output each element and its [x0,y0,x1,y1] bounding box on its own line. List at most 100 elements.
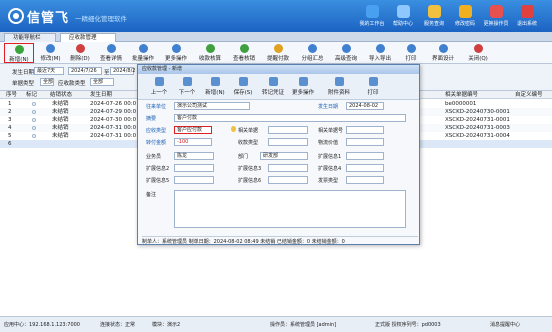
row-mark-icon[interactable] [32,102,36,106]
ext1-field[interactable] [346,152,384,160]
toolbar-button-11[interactable]: 导入导出 [364,43,396,63]
dialog-tool-7[interactable]: 打印 [358,77,388,96]
dept-field[interactable]: 研发部 [260,152,308,160]
toolbar-button-5[interactable]: 更多操作 [160,43,192,63]
brand-name: 信管飞 [27,10,70,26]
row-mark-icon[interactable] [32,126,36,130]
toolbar-label: 删除(D) [70,56,90,62]
row-mark-icon[interactable] [32,134,36,138]
field-label: 扩展信息6 [238,178,262,184]
ext4-field[interactable] [346,164,384,172]
toolbar-button-12[interactable]: 打印 [398,43,424,63]
contract-field[interactable] [268,126,308,134]
toolbar-button-6[interactable]: 收款核算 [194,43,226,63]
cell-status: 未结销 [52,125,69,131]
toolbar-button-8[interactable]: 提醒付款 [262,43,294,63]
cell-status: 未结销 [52,101,69,107]
related-no-field[interactable] [346,126,384,134]
header-button-2[interactable]: 服务查询 [420,5,448,31]
edit-icon [46,44,55,53]
toolbar-button-9[interactable]: 分组汇总 [297,43,328,63]
toolbar-button-0[interactable]: 新增(N) [4,43,34,63]
col-mark[interactable]: 标记 [26,91,37,99]
field-label: 摘要 [146,116,157,122]
toolbar-button-13[interactable]: 界面设计 [426,43,460,63]
toolbar-button-14[interactable]: 关闭(Q) [462,43,494,63]
col-related-doc[interactable]: 相关单据编号 [445,91,478,99]
header-button-label: 更换操作员 [483,21,509,27]
toolbar-label: 分组汇总 [301,56,324,62]
toolbar-label: 查看核销 [232,56,255,62]
doc-type-select[interactable]: 全部 [40,78,54,86]
date-range-select[interactable]: 最近7天 [34,67,64,75]
col-date[interactable]: 发生日期 [90,91,112,99]
header-button-5[interactable]: 退出系统 [513,5,541,31]
category-label: 应收款类型 [58,81,86,87]
summary-field[interactable]: 客户付款 [174,114,406,122]
design-icon [438,44,448,53]
tab-navigation[interactable]: 功能导航栏 [4,33,56,42]
save-icon [238,77,248,86]
unit-field[interactable]: 演示公司测试 [174,102,250,110]
ext6-field[interactable] [268,176,308,184]
staff-field[interactable]: 陈龙 [174,152,214,160]
header-button-3[interactable]: 修改密码 [451,5,479,31]
logistics-field[interactable] [346,138,384,146]
remark-field[interactable] [174,190,406,228]
date-from-field[interactable]: 2024/7/26 [68,67,102,75]
close-icon [473,44,483,53]
row-mark-icon[interactable] [32,110,36,114]
invoice-field[interactable] [346,176,384,184]
toolbar-button-1[interactable]: 修改(M) [37,43,64,63]
category-select[interactable]: 全部 [90,78,114,86]
toolbar-button-3[interactable]: 查看详情 [96,43,126,63]
toolbar-button-4[interactable]: 批量操作 [128,43,158,63]
col-custom-no[interactable]: 自定义编号 [515,91,543,99]
cell-status: 未结销 [52,117,69,123]
amount-field[interactable]: -100 [174,138,212,146]
message-center[interactable]: 消息提醒中心 [490,321,520,328]
dialog-tool-2[interactable]: 新增(N) [200,77,230,96]
header-button-4[interactable]: 更换操作员 [482,5,510,31]
dialog-tool-1[interactable]: 下一个 [172,77,202,96]
header-button-label: 修改密码 [454,21,475,27]
voucher-icon [268,77,278,86]
logo-icon [8,8,24,24]
more-icon [171,44,181,53]
header-button-label: 帮助中心 [392,21,413,27]
dialog-tool-3[interactable]: 保存(S) [228,77,258,96]
tab-receivables[interactable]: 应收款管理 [60,33,116,42]
toolbar-button-2[interactable]: 删除(D) [66,43,94,63]
date-label: 发生日期 [12,70,35,76]
connection-status: 连接状态：正常 [100,322,136,328]
print-icon [406,44,416,53]
dialog-footer: 制单人：系统管理员 制单日期：2024-08-02 08:49 未结销 已结销金… [142,236,418,245]
toolbar-button-10[interactable]: 高级查询 [330,43,362,63]
dialog-tool-4[interactable]: 转记凭证 [258,77,288,96]
dialog-tool-0[interactable]: 上一个 [144,77,174,96]
toolbar-button-7[interactable]: 查看核销 [228,43,260,63]
field-label: 扩展信息2 [146,166,170,172]
row-mark-icon[interactable] [32,118,36,122]
dialog-title: 应收款管理 - 新增 [138,65,419,74]
ext5-field[interactable] [174,176,214,184]
dialog-tool-5[interactable]: 更多操作 [288,77,318,96]
ext3-field[interactable] [268,164,308,172]
import-export-icon [375,44,385,53]
date-field[interactable]: 2024-08-02 [346,102,384,110]
header-button-1[interactable]: 帮助中心 [389,5,417,31]
date-to-field[interactable]: 2024/8/2 [110,67,135,75]
header-button-0[interactable]: 我的工作台 [358,5,386,31]
col-status[interactable]: 结销状态 [50,91,72,99]
ext2-field[interactable] [174,164,214,172]
dialog-tool-6[interactable]: 附件资料 [324,77,354,96]
col-no[interactable]: 序号 [6,91,17,99]
payment-field[interactable] [268,138,308,146]
toolbar-label: 修改(M) [40,56,61,62]
field-label: 部门 [238,154,249,160]
cell-status: 未结销 [52,133,69,139]
type-field[interactable]: 客户应付款 [174,126,212,134]
field-label: 扩展信息5 [146,178,170,184]
service-icon [427,5,441,18]
toolbar-label: 打印 [405,56,417,62]
